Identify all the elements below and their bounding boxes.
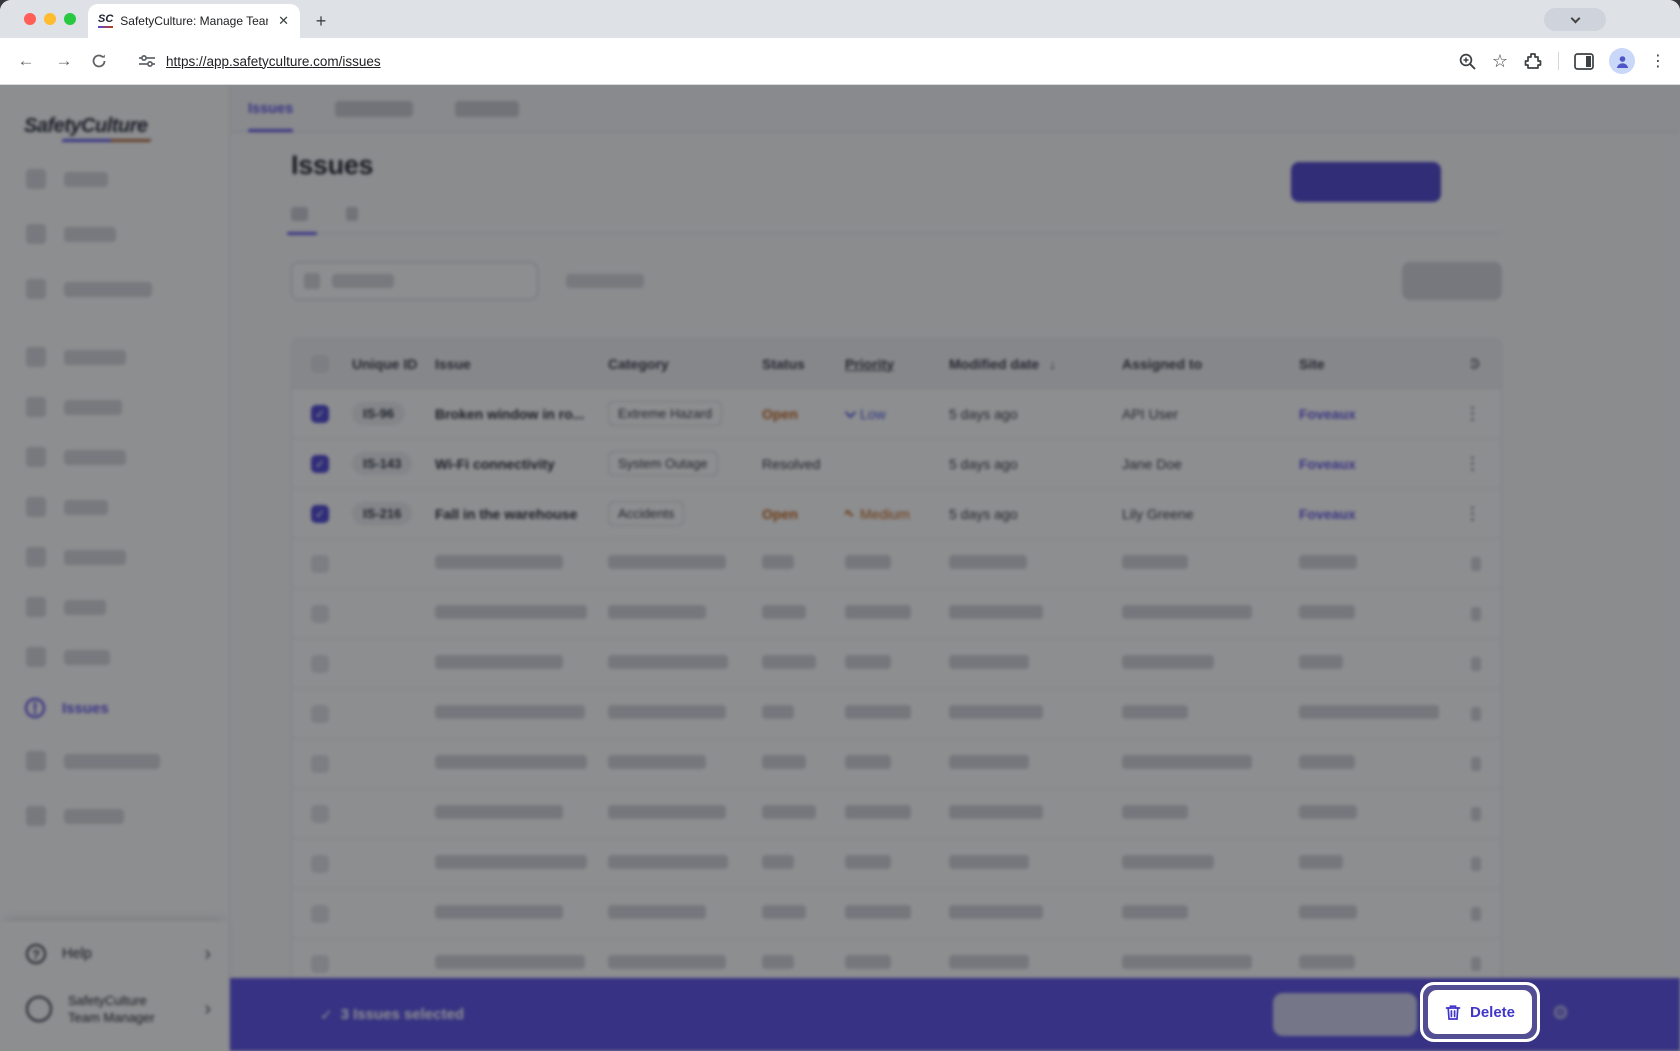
browser-chrome: SC SafetyCulture: Manage Teams and... ✕ … (0, 0, 1680, 85)
back-button[interactable]: ← (14, 51, 38, 71)
window-controls[interactable] (24, 13, 76, 25)
site-settings-icon[interactable] (138, 53, 156, 69)
toolbar-divider (1558, 52, 1559, 70)
address-bar[interactable]: https://app.safetyculture.com/issues (122, 53, 1444, 69)
trash-icon (1445, 1004, 1461, 1021)
tab-close-icon[interactable]: ✕ (275, 13, 292, 29)
minimize-window-button[interactable] (44, 13, 56, 25)
url-text[interactable]: https://app.safetyculture.com/issues (166, 54, 381, 69)
tab-search-button[interactable] (1544, 8, 1606, 31)
extensions-icon[interactable] (1523, 51, 1543, 71)
profile-avatar[interactable] (1609, 48, 1635, 74)
browser-menu-icon[interactable]: ⋮ (1650, 51, 1666, 71)
bookmark-star-icon[interactable]: ☆ (1492, 51, 1508, 72)
close-window-button[interactable] (24, 13, 36, 25)
browser-toolbar: ← → https://app.safetyculture.com/issues… (0, 38, 1680, 85)
forward-button[interactable]: → (52, 51, 76, 71)
tour-dim-overlay (0, 85, 1680, 1051)
tour-spotlight: Delete (1420, 982, 1540, 1042)
zoom-window-button[interactable] (64, 13, 76, 25)
reload-button[interactable] (90, 52, 108, 70)
chevron-down-icon (1570, 13, 1580, 23)
tab-strip: SC SafetyCulture: Manage Teams and... ✕ … (0, 0, 1680, 38)
toolbar-actions: ☆ ⋮ (1458, 48, 1666, 74)
new-tab-button[interactable]: + (308, 8, 334, 34)
browser-window: SC SafetyCulture: Manage Teams and... ✕ … (0, 0, 1680, 1051)
delete-button[interactable]: Delete (1428, 990, 1532, 1034)
side-panel-icon[interactable] (1574, 53, 1594, 70)
safetyculture-favicon: SC (98, 14, 113, 28)
tab-title: SafetyCulture: Manage Teams and... (120, 14, 268, 28)
spotlight-ring: Delete (1420, 982, 1540, 1042)
zoom-indicator-icon[interactable] (1458, 52, 1477, 71)
browser-tab[interactable]: SC SafetyCulture: Manage Teams and... ✕ (88, 4, 300, 38)
